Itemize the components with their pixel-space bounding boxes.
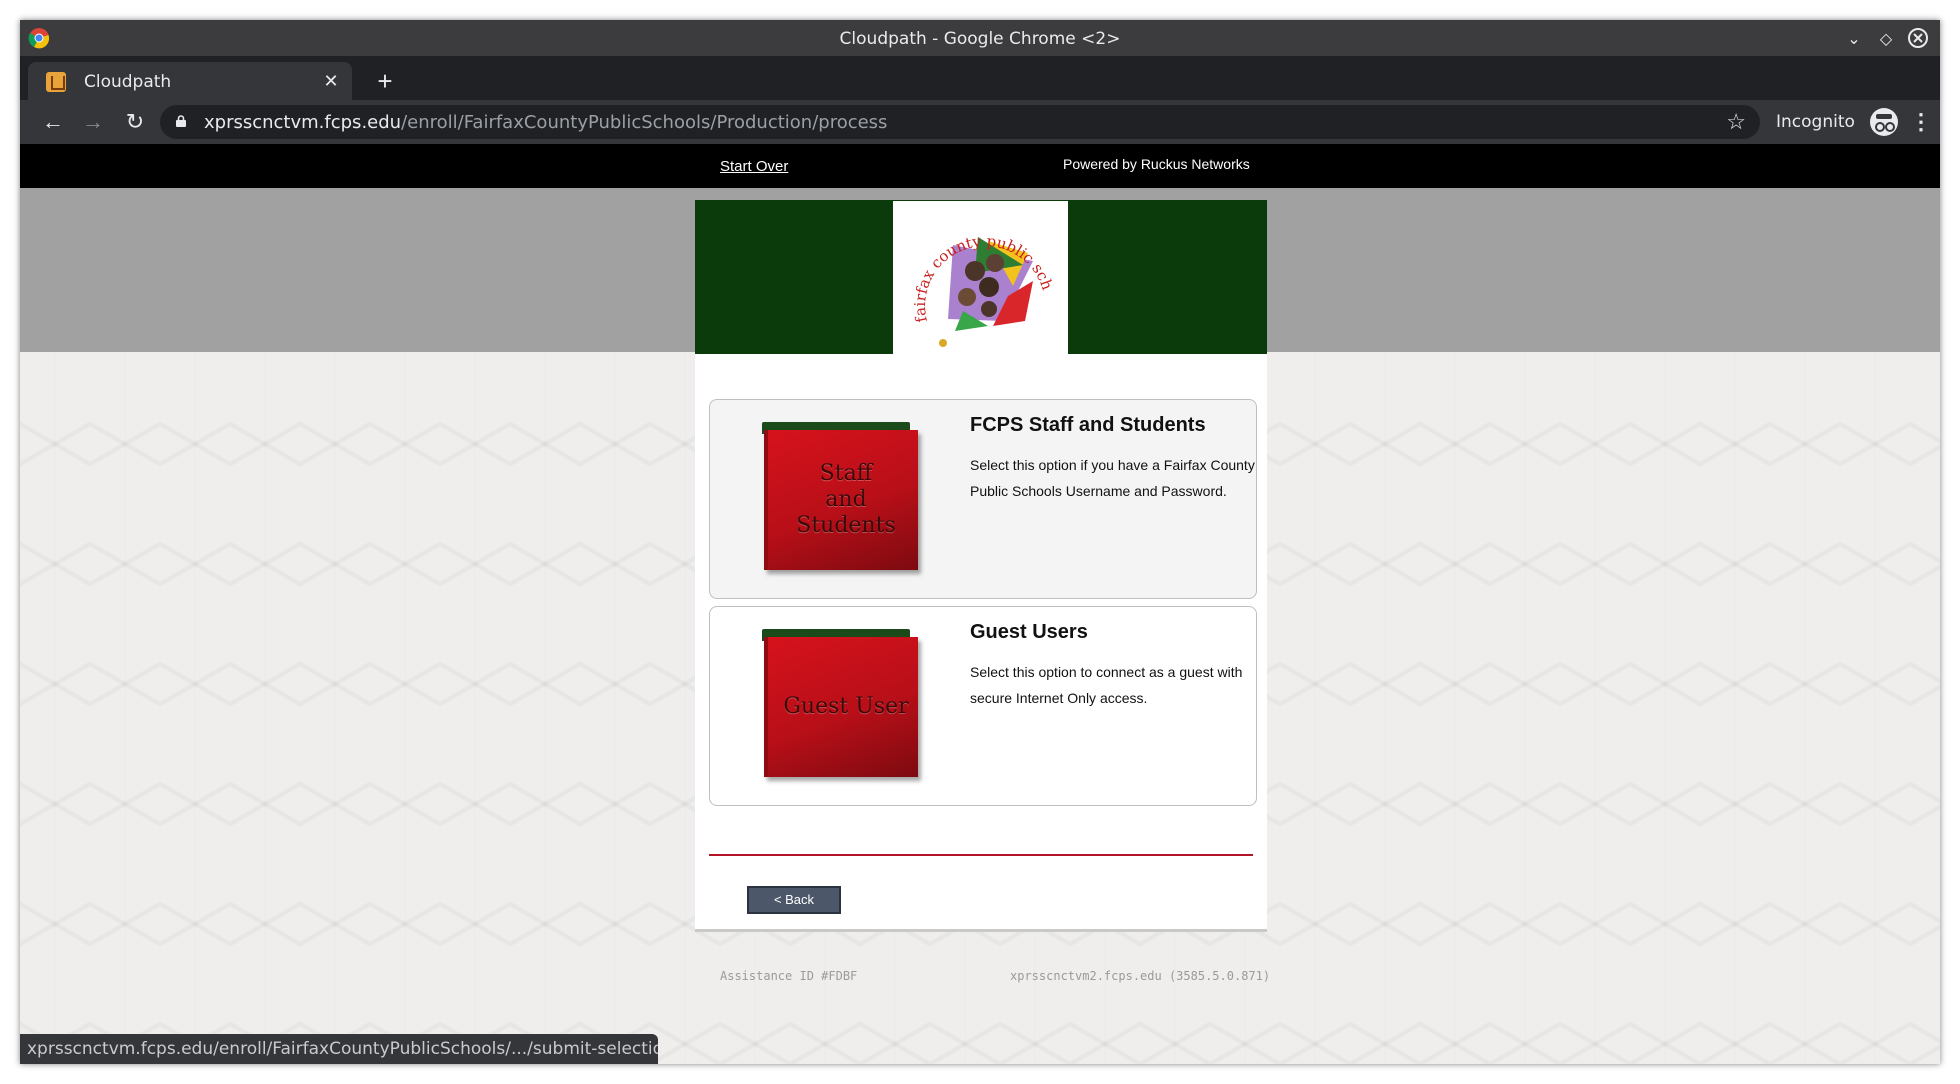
- menu-kebab-icon[interactable]: ⋮: [1910, 108, 1932, 136]
- top-bar: Start Over Powered by Ruckus Networks: [20, 144, 1940, 188]
- reload-icon[interactable]: ↻: [120, 107, 150, 137]
- powered-by-text: Powered by Ruckus Networks: [1063, 156, 1250, 172]
- option-guest-users[interactable]: Guest User Guest Users Select this optio…: [709, 606, 1257, 806]
- guest-binder-image: Guest User: [762, 629, 920, 779]
- binder-label-line: and: [825, 487, 867, 512]
- url-path: /enroll/FairfaxCountyPublicSchools/Produ…: [401, 112, 888, 133]
- url-text: xprsscnctvm.fcps.edu/enroll/FairfaxCount…: [204, 112, 887, 133]
- section-divider: [709, 854, 1253, 856]
- browser-toolbar: ← → ↻ xprsscnctvm.fcps.edu/enroll/Fairfa…: [20, 100, 1940, 144]
- address-bar[interactable]: xprsscnctvm.fcps.edu/enroll/FairfaxCount…: [160, 105, 1760, 139]
- bookmark-star-icon[interactable]: ☆: [1726, 109, 1746, 135]
- tab-strip: Cloudpath ✕ +: [20, 56, 1940, 100]
- option-staff-students[interactable]: Staff and Students FCPS Staff and Studen…: [709, 399, 1257, 599]
- binder-label-line: Staff: [819, 461, 873, 486]
- server-info: xprsscnctvm2.fcps.edu (3585.5.0.871): [1010, 969, 1271, 983]
- binder-label-line: Students: [796, 513, 896, 538]
- title-bar: Cloudpath - Google Chrome <2> ⌄ ◇: [20, 20, 1940, 56]
- close-window-icon[interactable]: [1906, 26, 1930, 50]
- status-bar: xprsscnctvm.fcps.edu/enroll/FairfaxCount…: [20, 1034, 658, 1064]
- binder-label-line: Guest User: [783, 694, 909, 719]
- close-tab-icon[interactable]: ✕: [320, 70, 342, 92]
- forward-arrow-icon[interactable]: →: [78, 107, 108, 137]
- option-description: Select this option to connect as a guest…: [970, 664, 1243, 706]
- incognito-label: Incognito: [1776, 112, 1855, 132]
- staff-binder-image: Staff and Students: [762, 422, 920, 572]
- start-over-link[interactable]: Start Over: [720, 158, 788, 175]
- lock-icon: [176, 115, 186, 127]
- cloudpath-favicon-icon: [46, 72, 66, 92]
- back-button[interactable]: < Back: [747, 886, 841, 914]
- option-description: Select this option if you have a Fairfax…: [970, 457, 1255, 499]
- url-host: xprsscnctvm.fcps.edu: [204, 112, 402, 133]
- minimize-icon[interactable]: ⌄: [1842, 26, 1866, 50]
- option-title: FCPS Staff and Students: [970, 414, 1206, 436]
- enrollment-card: fairfax county public schools Staff and …: [695, 187, 1267, 932]
- option-title: Guest Users: [970, 621, 1088, 643]
- page-content: Start Over Powered by Ruckus Networks fa…: [20, 144, 1940, 1064]
- maximize-icon[interactable]: ◇: [1874, 26, 1898, 50]
- card-header: fairfax county public schools: [695, 187, 1267, 354]
- back-arrow-icon[interactable]: ←: [38, 107, 68, 137]
- browser-window: Cloudpath - Google Chrome <2> ⌄ ◇ Cloudp…: [20, 20, 1940, 1064]
- assistance-id: Assistance ID #FDBF: [720, 969, 858, 983]
- window-title: Cloudpath - Google Chrome <2>: [839, 29, 1121, 49]
- fcps-logo: fairfax county public schools: [888, 187, 1068, 354]
- tab-cloudpath[interactable]: Cloudpath ✕: [28, 62, 352, 100]
- new-tab-icon[interactable]: +: [370, 66, 400, 96]
- tab-title: Cloudpath: [84, 72, 172, 92]
- incognito-icon[interactable]: [1870, 108, 1898, 136]
